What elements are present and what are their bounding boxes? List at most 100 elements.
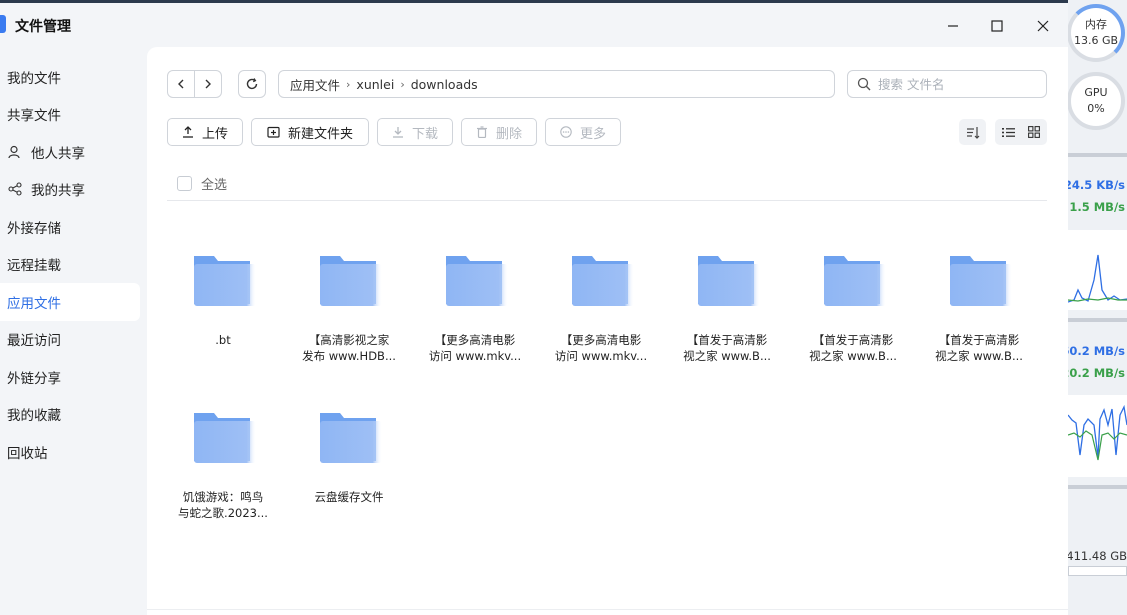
monitor-separator bbox=[1068, 153, 1127, 157]
upload-label: 上传 bbox=[201, 126, 228, 142]
new-folder-label: 新建文件夹 bbox=[287, 126, 353, 142]
sidebar-item[interactable]: 远程挂载 bbox=[0, 246, 140, 284]
breadcrumb-separator-icon: › bbox=[346, 77, 351, 91]
select-all: 全选 bbox=[177, 174, 227, 193]
folder-item[interactable]: 饥饿游戏：鸣鸟 与蛇之歌.2023... bbox=[169, 407, 277, 521]
folder-item[interactable]: 【高清影视之家 发布 www.HDB... bbox=[295, 250, 403, 364]
sidebar-item-label: 回收站 bbox=[7, 445, 48, 462]
maximize-button[interactable] bbox=[982, 13, 1012, 39]
sidebar-item-label: 共享文件 bbox=[7, 108, 61, 125]
nav-buttons bbox=[167, 70, 222, 98]
folder-icon bbox=[946, 250, 1012, 310]
folder-icon bbox=[316, 407, 382, 467]
search-icon bbox=[857, 77, 871, 91]
folder-icon bbox=[190, 407, 256, 467]
breadcrumb-item[interactable]: 应用文件 bbox=[290, 75, 340, 94]
search-input[interactable] bbox=[878, 76, 1028, 92]
sidebar-item[interactable]: 我的收藏 bbox=[0, 396, 140, 434]
file-manager-window: 文件管理 我的文件 共享文件 他人共享 我的共享 外接存储 远程挂载 应用文件 最近访问 外链分… bbox=[0, 3, 1068, 615]
breadcrumb-item[interactable]: downloads bbox=[411, 77, 478, 92]
sidebar-item[interactable]: 共享文件 bbox=[0, 96, 140, 134]
select-all-checkbox[interactable] bbox=[177, 176, 192, 191]
net1-upload-speed: 324.5 KB/s bbox=[1068, 178, 1125, 192]
folder-name: 【首发于高清影 视之家 www.B... bbox=[935, 333, 1023, 363]
folder-name: 【更多高清电影 访问 www.mkv... bbox=[428, 333, 522, 363]
sidebar-item[interactable]: 外接存储 bbox=[0, 208, 140, 246]
sidebar-item[interactable]: 我的文件 bbox=[0, 58, 140, 96]
delete-button[interactable]: 删除 bbox=[461, 118, 537, 146]
main-content: 应用文件 › xunlei › downloads 上传 新建文件夹 下载 删除 bbox=[147, 47, 1068, 615]
sort-button[interactable] bbox=[959, 119, 986, 145]
forward-button[interactable] bbox=[195, 71, 221, 97]
select-all-label: 全选 bbox=[201, 178, 228, 193]
breadcrumb-item[interactable]: xunlei bbox=[356, 77, 394, 92]
folder-icon bbox=[568, 250, 634, 310]
back-button[interactable] bbox=[168, 71, 195, 97]
breadcrumb: 应用文件 › xunlei › downloads bbox=[278, 70, 835, 98]
minimize-button[interactable] bbox=[938, 13, 968, 39]
folder-icon bbox=[190, 250, 256, 310]
window-title: 文件管理 bbox=[15, 19, 71, 35]
refresh-icon bbox=[246, 78, 258, 90]
monitor-separator bbox=[1068, 318, 1127, 322]
folder-name: 饥饿游戏：鸣鸟 与蛇之歌.2023... bbox=[178, 490, 268, 520]
net2-download-speed: 120.2 MB/s bbox=[1068, 366, 1125, 380]
download-icon bbox=[392, 126, 404, 138]
chevron-right-icon bbox=[205, 79, 211, 89]
disk-usage-bar bbox=[1068, 566, 1127, 576]
download-label: 下载 bbox=[411, 126, 438, 142]
titlebar: 文件管理 bbox=[0, 3, 1068, 47]
disk-usage: / 411.48 GB bbox=[1068, 549, 1127, 563]
grid-view-button[interactable] bbox=[1021, 119, 1047, 145]
folder-item[interactable]: 【更多高清电影 访问 www.mkv... bbox=[547, 250, 655, 364]
sidebar-item-label: 应用文件 bbox=[7, 295, 61, 312]
view-switcher bbox=[995, 119, 1047, 145]
folder-item[interactable]: 【首发于高清影 视之家 www.B... bbox=[673, 250, 781, 364]
grid-view-icon bbox=[1028, 126, 1040, 138]
sidebar: 我的文件共享文件他人共享我的共享 外接存储远程挂载应用文件最近访问外链分享我的收藏… bbox=[0, 58, 140, 471]
sidebar-item[interactable]: 最近访问 bbox=[0, 321, 140, 359]
folder-item[interactable]: 【首发于高清影 视之家 www.B... bbox=[925, 250, 1033, 364]
sidebar-item[interactable]: 他人共享 bbox=[0, 133, 140, 171]
more-icon bbox=[560, 126, 572, 138]
sidebar-item[interactable]: 应用文件 bbox=[0, 283, 140, 321]
new-folder-icon bbox=[267, 126, 280, 138]
sort-icon bbox=[966, 126, 979, 139]
close-icon bbox=[1037, 20, 1049, 32]
upload-button[interactable]: 上传 bbox=[167, 118, 243, 146]
sidebar-item-label: 他人共享 bbox=[31, 145, 85, 162]
folder-name: 【首发于高清影 视之家 www.B... bbox=[809, 333, 897, 363]
memory-gauge: 内存 13.6 GB bbox=[1068, 4, 1125, 62]
sidebar-item[interactable]: 外链分享 bbox=[0, 358, 140, 396]
new-folder-button[interactable]: 新建文件夹 bbox=[251, 118, 369, 146]
sidebar-item[interactable]: 我的共享 bbox=[0, 171, 140, 209]
folder-item[interactable]: 【首发于高清影 视之家 www.B... bbox=[799, 250, 907, 364]
refresh-button[interactable] bbox=[238, 70, 266, 98]
sidebar-item-label: 我的收藏 bbox=[7, 408, 61, 425]
more-button[interactable]: 更多 bbox=[545, 118, 621, 146]
net2-graph bbox=[1068, 395, 1127, 477]
sidebar-item[interactable]: 回收站 bbox=[0, 433, 140, 471]
folder-icon bbox=[820, 250, 886, 310]
folder-icon bbox=[316, 250, 382, 310]
folder-name: 【更多高清电影 访问 www.mkv... bbox=[554, 333, 648, 363]
app-logo-icon bbox=[0, 15, 6, 33]
upload-icon bbox=[182, 126, 194, 138]
sidebar-item-label: 远程挂载 bbox=[7, 258, 61, 275]
folder-icon bbox=[694, 250, 760, 310]
folder-item[interactable]: 【更多高清电影 访问 www.mkv... bbox=[421, 250, 529, 364]
sidebar-item-label: 最近访问 bbox=[7, 333, 61, 350]
folder-name: 云盘缓存文件 bbox=[314, 490, 384, 504]
user-icon bbox=[7, 144, 23, 160]
download-button[interactable]: 下载 bbox=[377, 118, 453, 146]
memory-value: 13.6 GB bbox=[1073, 34, 1119, 47]
folder-item[interactable]: 云盘缓存文件 bbox=[295, 407, 403, 505]
list-view-button[interactable] bbox=[995, 119, 1021, 145]
memory-label: 内存 bbox=[1085, 18, 1107, 31]
gpu-value: 0% bbox=[1087, 102, 1105, 115]
delete-label: 删除 bbox=[495, 126, 522, 142]
close-button[interactable] bbox=[1028, 13, 1058, 39]
folder-item[interactable]: .bt bbox=[169, 250, 277, 348]
maximize-icon bbox=[991, 20, 1003, 32]
folder-name: 【首发于高清影 视之家 www.B... bbox=[683, 333, 771, 363]
